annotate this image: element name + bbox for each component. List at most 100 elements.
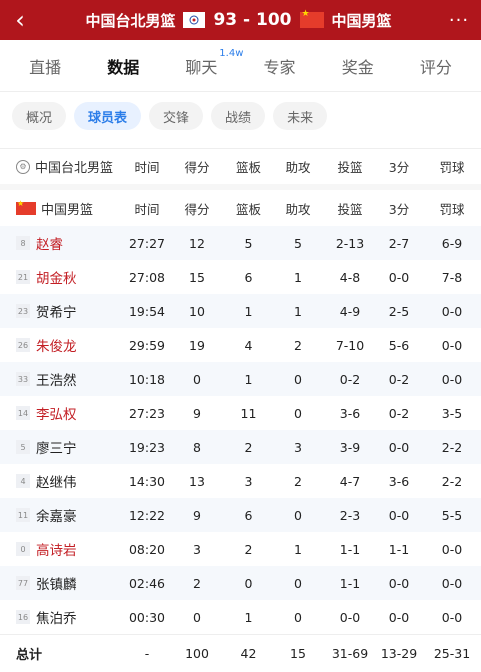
cell-reb: 3 [244,473,253,489]
cell-ft: 0-0 [441,303,463,319]
top-bar: ‹ 中国台北男篮 93 - 100 中国男篮 ··· [0,0,481,40]
cell-ft: 2-2 [441,473,463,489]
player-name[interactable]: 朱俊龙 [36,335,77,355]
cell-three: 1-1 [388,541,410,557]
player-name[interactable]: 张镇麟 [36,573,77,593]
player-cell: 33 王浩然 [0,369,126,389]
score-header: 中国台北男篮 93 - 100 中国男篮 [40,9,437,31]
home-team-name: 中国台北男篮 [85,11,176,30]
table-row[interactable]: 16 焦泊乔 00:30 0 1 0 0-0 0-0 0-0 [0,600,481,634]
cell-three: 3-6 [388,473,410,489]
col-rebounds: 篮板 [235,201,261,217]
player-name[interactable]: 李弘权 [36,403,77,423]
away-team-name: 中国男篮 [331,11,392,30]
cell-reb: 6 [244,269,253,285]
player-name[interactable]: 胡金秋 [36,267,77,287]
cell-ft: 0-0 [441,609,463,625]
table-row[interactable]: 23 贺希宁 19:54 10 1 1 4-9 2-5 0-0 [0,294,481,328]
sub-nav: 概况 球员表 交锋 战绩 未来 [0,92,481,140]
cell-fg: 4-8 [339,269,361,285]
back-icon[interactable]: ‹ [0,0,40,40]
cell-fg: 7-10 [335,337,365,353]
tab-2[interactable]: 聊天 1.4w [185,48,243,78]
subtab-2[interactable]: 交锋 [149,102,204,130]
player-name[interactable]: 高诗岩 [36,539,77,559]
tab-label: 专家 [263,57,296,77]
player-cell: 26 朱俊龙 [0,335,126,355]
jersey-number: 23 [16,304,30,318]
tab-0[interactable]: 直播 [29,54,61,78]
table-row[interactable]: 26 朱俊龙 29:59 19 4 2 7-10 5-6 0-0 [0,328,481,362]
player-name[interactable]: 赵继伟 [36,471,77,491]
player-name[interactable]: 焦泊乔 [36,607,77,627]
cell-ft: 6-9 [441,235,463,251]
cell-fg: 1-1 [339,575,361,591]
tab-5[interactable]: 评分 [420,54,452,78]
col-assists: 助攻 [285,160,311,175]
table-row[interactable]: 4 赵继伟 14:30 13 3 2 4-7 3-6 2-2 [0,464,481,498]
jersey-number: 11 [16,508,30,522]
cell-ast: 0 [294,507,302,523]
cell-time: 10:18 [128,371,166,387]
cell-pts: 0 [193,371,201,387]
cell-reb: 5 [244,235,253,251]
player-name[interactable]: 余嘉豪 [36,505,77,525]
cell-ast: 1 [294,541,302,557]
table-row[interactable]: 5 廖三宁 19:23 8 2 3 3-9 0-0 2-2 [0,430,481,464]
player-cell: 14 李弘权 [0,403,126,423]
tab-4[interactable]: 奖金 [342,54,374,78]
player-name[interactable]: 贺希宁 [36,301,77,321]
cell-pts: 13 [189,473,205,489]
cell-pts: 3 [193,541,201,557]
cell-reb: 1 [244,303,253,319]
total-row: 总计 - 100 42 15 31-69 13-29 25-31 [0,634,481,672]
subtab-4[interactable]: 未来 [273,102,328,130]
player-cell: 21 胡金秋 [0,267,126,287]
chinese-taipei-flag-icon [183,12,206,28]
china-flag-icon [16,199,36,215]
jersey-number: 5 [16,440,30,454]
player-name[interactable]: 赵睿 [36,233,63,253]
table-row[interactable]: 8 赵睿 27:27 12 5 5 2-13 2-7 6-9 [0,226,481,260]
tab-1[interactable]: 数据 [107,54,139,78]
player-name[interactable]: 王浩然 [36,369,77,389]
cell-fg: 2-13 [335,235,365,251]
cell-reb: 2 [244,439,253,455]
subtab-0[interactable]: 概况 [12,102,67,130]
cell-ast: 5 [294,235,302,251]
tab-3[interactable]: 专家 [264,54,296,78]
cell-time: 00:30 [128,609,166,625]
jersey-number: 8 [16,236,30,250]
table-row[interactable]: 11 余嘉豪 12:22 9 6 0 2-3 0-0 5-5 [0,498,481,532]
cell-time: 08:20 [128,541,166,557]
table-row[interactable]: 14 李弘权 27:23 9 11 0 3-6 0-2 3-5 [0,396,481,430]
table-row[interactable]: 33 王浩然 10:18 0 1 0 0-2 0-2 0-0 [0,362,481,396]
subtab-1[interactable]: 球员表 [74,102,142,130]
main-nav: 直播 数据 聊天 1.4w 专家 奖金 评分 [0,40,481,92]
cell-time: 29:59 [128,337,166,353]
cell-ast: 0 [294,575,302,591]
jersey-number: 0 [16,542,30,556]
col-points: 得分 [184,160,210,175]
total-label: 总计 [16,648,43,663]
more-icon[interactable]: ··· [437,10,481,31]
table-row[interactable]: 21 胡金秋 27:08 15 6 1 4-8 0-0 7-8 [0,260,481,294]
cell-ft: 0-0 [441,541,463,557]
home-team-label: 中国台北男篮 [35,161,114,176]
cell-ast: 2 [294,473,302,489]
table-row[interactable]: 0 高诗岩 08:20 3 2 1 1-1 1-1 0-0 [0,532,481,566]
away-team-label: 中国男篮 [41,202,94,218]
cell-fg: 3-9 [339,439,361,455]
player-cell: 4 赵继伟 [0,471,126,491]
col-assists: 助攻 [285,201,311,217]
china-flag-icon [299,9,324,28]
cell-pts: 8 [193,439,201,455]
cell-ast: 0 [294,405,302,421]
table-row[interactable]: 77 张镇麟 02:46 2 0 0 1-1 0-0 0-0 [0,566,481,600]
player-name[interactable]: 廖三宁 [36,437,77,457]
cell-pts: 0 [193,609,201,625]
cell-time: 19:23 [128,439,166,455]
col-field-goals: 投篮 [337,201,363,217]
score: 93 - 100 [213,10,292,30]
subtab-3[interactable]: 战绩 [211,102,266,130]
